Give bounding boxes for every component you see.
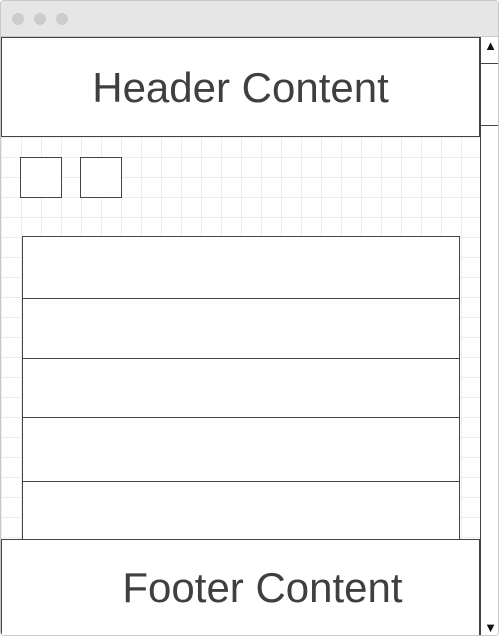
vertical-scrollbar[interactable]: ▲ ▼ <box>480 37 498 635</box>
list-item[interactable] <box>23 298 459 359</box>
window-minimize-dot[interactable] <box>34 13 46 25</box>
page-header: Header Content <box>1 37 480 137</box>
page-viewport: Header Content Footer Content <box>1 37 480 635</box>
window-titlebar <box>1 1 498 37</box>
window-close-dot[interactable] <box>12 13 24 25</box>
scrollbar-thumb[interactable] <box>481 63 498 126</box>
footer-title: Footer Content <box>122 564 403 611</box>
list-item[interactable] <box>23 358 459 417</box>
page-footer: Footer Content <box>1 539 480 635</box>
window-maximize-dot[interactable] <box>56 13 68 25</box>
placeholder-box-2[interactable] <box>80 157 122 198</box>
list-item[interactable] <box>23 417 459 481</box>
browser-window: Header Content Footer Content ▲ ▼ <box>0 0 499 636</box>
list-item[interactable] <box>23 237 459 298</box>
scroll-up-arrow-icon[interactable]: ▲ <box>481 38 498 54</box>
placeholder-box-1[interactable] <box>20 157 62 198</box>
header-title: Header Content <box>92 64 389 111</box>
content-list <box>22 236 460 546</box>
scroll-down-arrow-icon[interactable]: ▼ <box>481 620 498 635</box>
